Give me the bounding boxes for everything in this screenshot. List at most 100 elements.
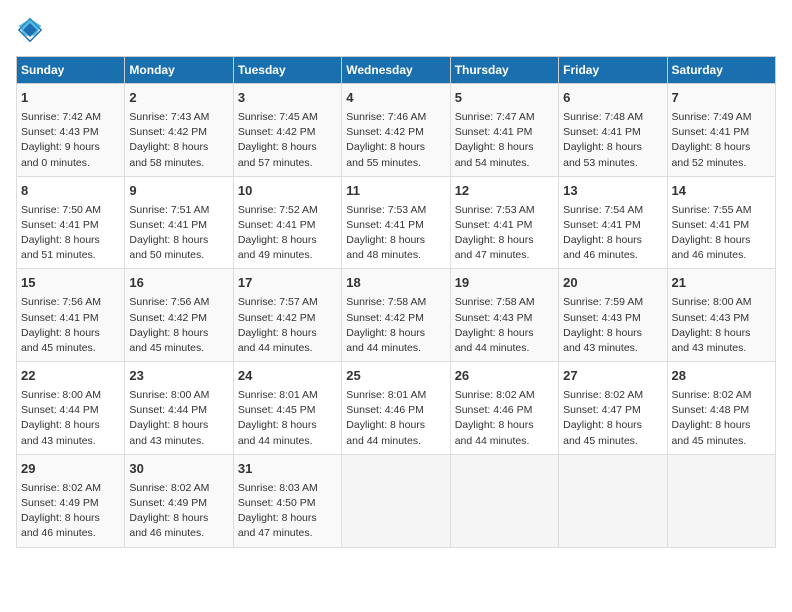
cell-line: Daylight: 8 hours <box>672 326 771 341</box>
day-number: 9 <box>129 182 228 201</box>
calendar-cell: 13Sunrise: 7:54 AMSunset: 4:41 PMDayligh… <box>559 176 667 269</box>
cell-line: Sunset: 4:41 PM <box>455 125 554 140</box>
calendar-row: 29Sunrise: 8:02 AMSunset: 4:49 PMDayligh… <box>17 454 776 547</box>
cell-line: and 53 minutes. <box>563 156 662 171</box>
cell-line: and 46 minutes. <box>21 526 120 541</box>
day-number: 15 <box>21 274 120 293</box>
day-number: 5 <box>455 89 554 108</box>
day-number: 20 <box>563 274 662 293</box>
cell-line: Sunset: 4:41 PM <box>238 218 337 233</box>
cell-line: Sunset: 4:43 PM <box>563 311 662 326</box>
cell-line: and 45 minutes. <box>672 434 771 449</box>
cell-line: Daylight: 9 hours <box>21 140 120 155</box>
cell-line: Sunset: 4:42 PM <box>129 311 228 326</box>
calendar-cell: 1Sunrise: 7:42 AMSunset: 4:43 PMDaylight… <box>17 84 125 177</box>
cell-line: Sunrise: 7:54 AM <box>563 203 662 218</box>
weekday-header-cell: Thursday <box>450 57 558 84</box>
weekday-header-cell: Sunday <box>17 57 125 84</box>
cell-line: Sunset: 4:49 PM <box>129 496 228 511</box>
cell-line: Sunset: 4:49 PM <box>21 496 120 511</box>
day-number: 1 <box>21 89 120 108</box>
cell-line: Daylight: 8 hours <box>238 233 337 248</box>
cell-line: Sunrise: 8:01 AM <box>346 388 445 403</box>
cell-line: and 43 minutes. <box>672 341 771 356</box>
cell-line: Daylight: 8 hours <box>346 326 445 341</box>
cell-line: Sunset: 4:42 PM <box>129 125 228 140</box>
cell-line: and 57 minutes. <box>238 156 337 171</box>
cell-line: Sunrise: 7:53 AM <box>346 203 445 218</box>
calendar-cell: 2Sunrise: 7:43 AMSunset: 4:42 PMDaylight… <box>125 84 233 177</box>
cell-line: Sunrise: 7:47 AM <box>455 110 554 125</box>
cell-line: Daylight: 8 hours <box>21 511 120 526</box>
cell-line: Sunrise: 7:58 AM <box>455 295 554 310</box>
day-number: 21 <box>672 274 771 293</box>
cell-line: and 0 minutes. <box>21 156 120 171</box>
cell-line: and 44 minutes. <box>238 434 337 449</box>
calendar-cell <box>667 454 775 547</box>
cell-line: and 51 minutes. <box>21 248 120 263</box>
calendar-cell <box>342 454 450 547</box>
day-number: 29 <box>21 460 120 479</box>
cell-line: Sunrise: 7:55 AM <box>672 203 771 218</box>
day-number: 26 <box>455 367 554 386</box>
cell-line: Sunset: 4:43 PM <box>21 125 120 140</box>
cell-line: and 46 minutes. <box>563 248 662 263</box>
cell-line: Sunrise: 8:02 AM <box>129 481 228 496</box>
calendar-cell: 4Sunrise: 7:46 AMSunset: 4:42 PMDaylight… <box>342 84 450 177</box>
calendar-cell: 28Sunrise: 8:02 AMSunset: 4:48 PMDayligh… <box>667 362 775 455</box>
calendar-cell: 5Sunrise: 7:47 AMSunset: 4:41 PMDaylight… <box>450 84 558 177</box>
cell-line: Daylight: 8 hours <box>455 326 554 341</box>
calendar-body: 1Sunrise: 7:42 AMSunset: 4:43 PMDaylight… <box>17 84 776 548</box>
cell-line: and 47 minutes. <box>455 248 554 263</box>
calendar-cell: 27Sunrise: 8:02 AMSunset: 4:47 PMDayligh… <box>559 362 667 455</box>
day-number: 16 <box>129 274 228 293</box>
cell-line: Daylight: 8 hours <box>129 511 228 526</box>
cell-line: Daylight: 8 hours <box>455 233 554 248</box>
calendar-cell: 7Sunrise: 7:49 AMSunset: 4:41 PMDaylight… <box>667 84 775 177</box>
cell-line: and 49 minutes. <box>238 248 337 263</box>
weekday-header-cell: Friday <box>559 57 667 84</box>
day-number: 27 <box>563 367 662 386</box>
cell-line: and 58 minutes. <box>129 156 228 171</box>
cell-line: Sunset: 4:44 PM <box>21 403 120 418</box>
calendar-cell <box>450 454 558 547</box>
cell-line: and 55 minutes. <box>346 156 445 171</box>
calendar-table: SundayMondayTuesdayWednesdayThursdayFrid… <box>16 56 776 548</box>
cell-line: Sunrise: 8:03 AM <box>238 481 337 496</box>
day-number: 12 <box>455 182 554 201</box>
weekday-header-cell: Saturday <box>667 57 775 84</box>
cell-line: Sunset: 4:48 PM <box>672 403 771 418</box>
cell-line: and 44 minutes. <box>238 341 337 356</box>
cell-line: Sunset: 4:41 PM <box>129 218 228 233</box>
cell-line: Sunrise: 8:00 AM <box>129 388 228 403</box>
calendar-cell: 21Sunrise: 8:00 AMSunset: 4:43 PMDayligh… <box>667 269 775 362</box>
cell-line: Sunset: 4:42 PM <box>238 311 337 326</box>
cell-line: Sunrise: 7:49 AM <box>672 110 771 125</box>
cell-line: Daylight: 8 hours <box>346 418 445 433</box>
logo-icon <box>16 16 44 44</box>
cell-line: Sunset: 4:41 PM <box>21 218 120 233</box>
day-number: 24 <box>238 367 337 386</box>
cell-line: Daylight: 8 hours <box>672 233 771 248</box>
cell-line: Daylight: 8 hours <box>563 326 662 341</box>
calendar-row: 15Sunrise: 7:56 AMSunset: 4:41 PMDayligh… <box>17 269 776 362</box>
cell-line: Sunset: 4:42 PM <box>238 125 337 140</box>
logo <box>16 16 48 44</box>
calendar-cell: 20Sunrise: 7:59 AMSunset: 4:43 PMDayligh… <box>559 269 667 362</box>
cell-line: Sunrise: 8:00 AM <box>21 388 120 403</box>
cell-line: Sunset: 4:44 PM <box>129 403 228 418</box>
calendar-cell: 12Sunrise: 7:53 AMSunset: 4:41 PMDayligh… <box>450 176 558 269</box>
cell-line: Sunset: 4:41 PM <box>455 218 554 233</box>
cell-line: Sunset: 4:46 PM <box>455 403 554 418</box>
cell-line: Daylight: 8 hours <box>563 140 662 155</box>
cell-line: Sunrise: 8:02 AM <box>563 388 662 403</box>
cell-line: Daylight: 8 hours <box>563 233 662 248</box>
cell-line: Sunrise: 8:02 AM <box>672 388 771 403</box>
day-number: 19 <box>455 274 554 293</box>
calendar-cell: 10Sunrise: 7:52 AMSunset: 4:41 PMDayligh… <box>233 176 341 269</box>
day-number: 6 <box>563 89 662 108</box>
cell-line: Daylight: 8 hours <box>238 140 337 155</box>
cell-line: Sunrise: 8:00 AM <box>672 295 771 310</box>
cell-line: Daylight: 8 hours <box>21 326 120 341</box>
calendar-cell: 17Sunrise: 7:57 AMSunset: 4:42 PMDayligh… <box>233 269 341 362</box>
